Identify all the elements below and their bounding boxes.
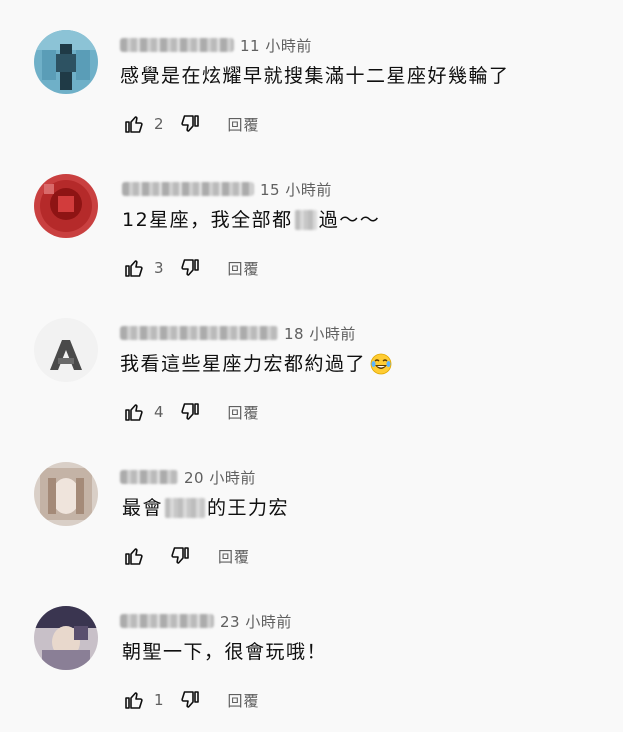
reply-button[interactable]: 回覆	[228, 258, 260, 279]
username-blurred[interactable]	[120, 38, 234, 52]
like-button[interactable]	[120, 398, 148, 426]
thumb-down-icon	[180, 115, 199, 132]
reply-button[interactable]: 回覆	[218, 546, 250, 567]
comment-thread: 23 小時前 朝聖一下，很會玩哦！ 1 回覆	[0, 602, 623, 732]
avatar[interactable]	[34, 318, 98, 382]
thumb-down-icon	[180, 691, 199, 708]
censored-word	[294, 210, 317, 230]
timestamp[interactable]: 23 小時前	[220, 611, 292, 632]
comment-thread: 11 小時前 感覺是在炫耀早就搜集滿十二星座好幾輪了 2 回覆	[0, 26, 623, 156]
comment-thread: 20 小時前 最會 的王力宏 回覆	[0, 458, 623, 588]
comment-text-content: 12星座，我全部都	[122, 209, 293, 231]
comment-text: 感覺是在炫耀早就搜集滿十二星座好幾輪了	[120, 63, 510, 89]
like-button[interactable]	[120, 110, 148, 138]
timestamp[interactable]: 18 小時前	[284, 323, 356, 344]
avatar[interactable]	[34, 462, 98, 526]
username-blurred[interactable]	[120, 614, 214, 628]
dislike-button[interactable]	[176, 686, 204, 714]
like-count: 4	[154, 403, 164, 421]
like-count: 2	[154, 115, 164, 133]
timestamp[interactable]: 11 小時前	[240, 35, 312, 56]
dislike-button[interactable]	[166, 542, 194, 570]
like-count: 1	[154, 691, 164, 709]
censored-word	[165, 498, 206, 518]
like-count: 3	[154, 259, 164, 277]
avatar[interactable]	[34, 30, 98, 94]
like-button[interactable]	[120, 542, 148, 570]
avatar[interactable]	[34, 606, 98, 670]
thumb-up-icon	[125, 548, 143, 565]
reply-button[interactable]: 回覆	[228, 114, 260, 135]
comment-text: 12星座，我全部都 過～～	[122, 207, 380, 233]
comment-text-content: 過～～	[318, 209, 381, 231]
avatar[interactable]	[34, 174, 98, 238]
dislike-button[interactable]	[176, 398, 204, 426]
thumb-up-icon	[125, 116, 143, 133]
comment-text-content: 我看這些星座力宏都約過了	[120, 353, 367, 375]
timestamp[interactable]: 20 小時前	[184, 467, 256, 488]
thumb-down-icon	[180, 403, 199, 420]
comment-text-content: 的王力宏	[207, 497, 290, 519]
comment-text: 我看這些星座力宏都約過了	[120, 351, 392, 377]
username-blurred[interactable]	[120, 326, 278, 340]
thumb-up-icon	[125, 404, 143, 421]
reply-button[interactable]: 回覆	[228, 690, 260, 711]
dislike-button[interactable]	[176, 110, 204, 138]
comment-text-content: 朝聖一下，很會玩哦！	[122, 641, 328, 663]
thumb-up-icon	[125, 260, 143, 277]
like-button[interactable]	[120, 254, 148, 282]
comment-text: 最會 的王力宏	[122, 495, 289, 521]
comment-text-content: 感覺是在炫耀早就搜集滿十二星座好幾輪了	[120, 65, 510, 87]
comment-thread: 15 小時前 12星座，我全部都 過～～ 3 回覆	[0, 170, 623, 300]
like-button[interactable]	[120, 686, 148, 714]
username-blurred[interactable]	[122, 182, 254, 196]
dislike-button[interactable]	[176, 254, 204, 282]
comment-thread: 18 小時前 我看這些星座力宏都約過了 4 回覆	[0, 314, 623, 444]
thumb-down-icon	[180, 259, 199, 276]
comment-text: 朝聖一下，很會玩哦！	[122, 639, 327, 665]
laughing-tears-emoji	[370, 353, 392, 375]
thumb-up-icon	[125, 692, 143, 709]
timestamp[interactable]: 15 小時前	[260, 179, 332, 200]
reply-button[interactable]: 回覆	[228, 402, 260, 423]
thumb-down-icon	[171, 547, 189, 564]
comment-text-content: 最會	[122, 497, 164, 519]
username-blurred[interactable]	[120, 470, 178, 484]
